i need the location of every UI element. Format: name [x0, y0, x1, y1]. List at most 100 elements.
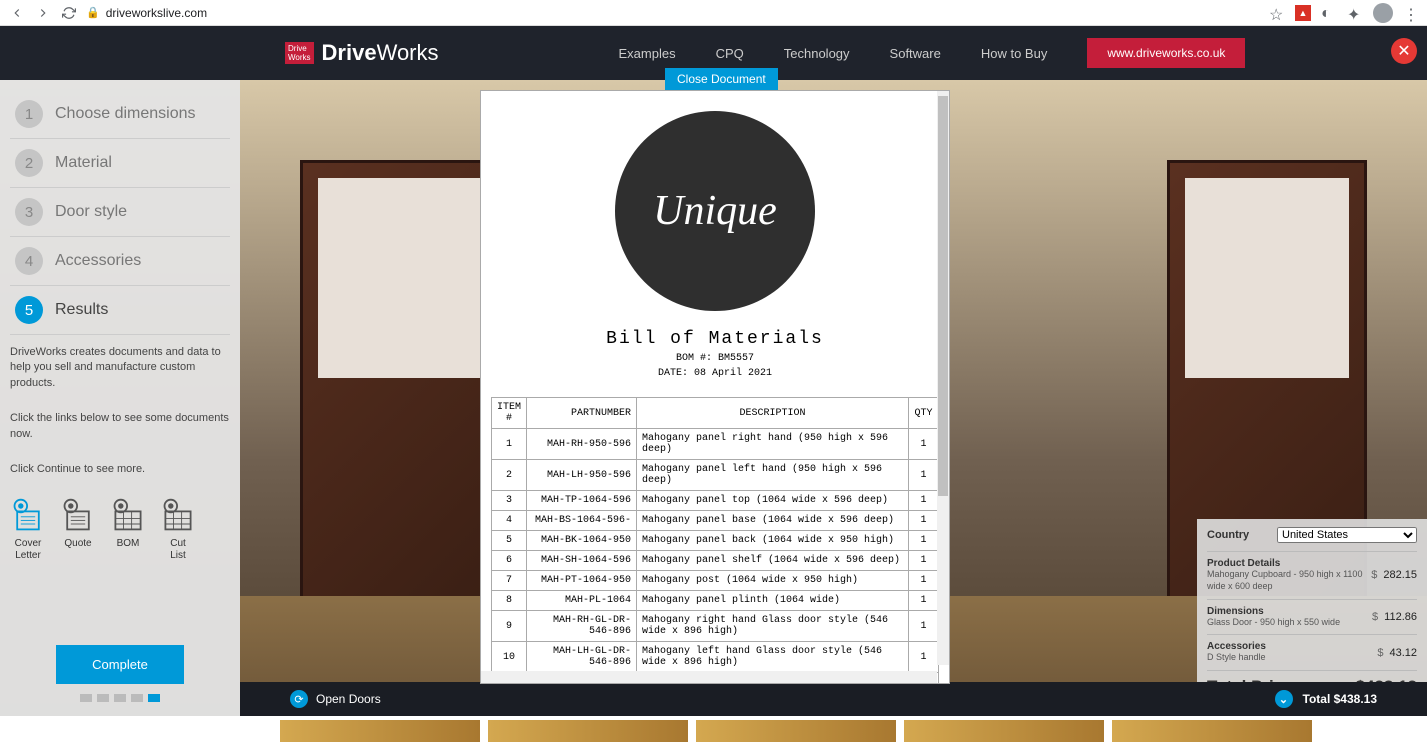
table-row: 3MAH-TP-1064-596Mahogany panel top (1064…: [492, 491, 939, 511]
modal-horizontal-scrollbar[interactable]: [481, 671, 937, 683]
step-number: 2: [15, 149, 43, 177]
price-section-1: DimensionsGlass Door - 950 high x 550 wi…: [1207, 599, 1417, 635]
close-overlay-button[interactable]: ✕: [1391, 38, 1417, 64]
complete-button[interactable]: Complete: [56, 645, 184, 684]
quote-icon: [60, 497, 96, 533]
menu-icon[interactable]: ⋮: [1403, 5, 1419, 21]
step-number: 3: [15, 198, 43, 226]
doc-link-quote[interactable]: Quote: [60, 497, 96, 562]
back-button[interactable]: [8, 4, 26, 22]
step-label: Accessories: [55, 252, 141, 270]
doc-label: BOM: [117, 538, 140, 550]
wizard-sidebar: 1 Choose dimensions 2 Material 3 Door style 4A…: [0, 80, 240, 716]
sidebar-help-text-1: DriveWorks creates documents and data to…: [10, 345, 230, 391]
logo[interactable]: DriveWorks DriveWorks: [285, 40, 439, 66]
col-item: ITEM #: [492, 398, 527, 429]
modal-vertical-scrollbar[interactable]: [937, 91, 949, 665]
reload-button[interactable]: [60, 4, 78, 22]
bom-icon: [110, 497, 146, 533]
thumbnail[interactable]: [904, 720, 1104, 742]
col-part: PARTNUMBER: [527, 398, 637, 429]
doc-link-bom[interactable]: BOM: [110, 497, 146, 562]
address-bar[interactable]: 🔒 driveworkslive.com: [86, 6, 1261, 20]
step-number: 5: [15, 296, 43, 324]
extensions-menu-icon[interactable]: ✦: [1347, 5, 1363, 21]
nav-cta-link[interactable]: www.driveworks.co.uk: [1087, 38, 1245, 68]
table-row: 9MAH-RH-GL-DR-546-896Mahogany right hand…: [492, 611, 939, 642]
logo-text: DriveWorks: [322, 40, 439, 66]
dot[interactable]: [97, 694, 109, 702]
thumbnail-strip: [0, 716, 1427, 746]
pdf-extension-icon[interactable]: ▲: [1295, 5, 1311, 21]
brand-logo: Unique: [615, 111, 815, 311]
nav-link-how-to-buy[interactable]: How to Buy: [981, 46, 1047, 61]
chevron-down-icon: ⌄: [1275, 690, 1293, 708]
table-row: 8MAH-PL-1064Mahogany panel plinth (1064 …: [492, 591, 939, 611]
bom-table: ITEM # PARTNUMBER DESCRIPTION QTY 1MAH-R…: [491, 397, 939, 684]
doc-label: Quote: [64, 538, 91, 550]
table-row: 4MAH-BS-1064-596-Mahogany panel base (10…: [492, 511, 939, 531]
table-row: 1MAH-RH-950-596Mahogany panel right hand…: [492, 429, 939, 460]
doc-label: CoverLetter: [15, 538, 42, 562]
table-row: 10MAH-LH-GL-DR-546-896Mahogany left hand…: [492, 642, 939, 673]
logo-badge: DriveWorks: [285, 42, 314, 64]
price-section-2: AccessoriesD Style handle$43.12: [1207, 634, 1417, 670]
wizard-step-4[interactable]: 4 Accessories: [10, 237, 230, 286]
nav-link-technology[interactable]: Technology: [784, 46, 850, 61]
lock-icon: 🔒: [86, 6, 100, 19]
dot-active[interactable]: [148, 694, 160, 702]
sidebar-help-text-2: Click the links below to see some docume…: [10, 411, 230, 442]
open-doors-button[interactable]: ⟳ Open Doors: [290, 690, 381, 708]
nav-link-software[interactable]: Software: [890, 46, 941, 61]
open-doors-icon: ⟳: [290, 690, 308, 708]
document-date: DATE: 08 April 2021: [491, 368, 939, 379]
country-select[interactable]: United States: [1277, 527, 1417, 543]
nav-link-cpq[interactable]: CPQ: [716, 46, 744, 61]
footer-bar: ⟳ Open Doors ⌄ Total $438.13: [240, 682, 1427, 716]
document-title: Bill of Materials: [491, 329, 939, 349]
document-modal: Close Document Unique Bill of Materials …: [480, 68, 950, 684]
step-label: Results: [55, 301, 108, 319]
table-row: 2MAH-LH-950-596Mahogany panel left hand …: [492, 460, 939, 491]
profile-avatar[interactable]: [1373, 3, 1393, 23]
url-text: driveworkslive.com: [106, 6, 207, 20]
step-label: Material: [55, 154, 112, 172]
step-number: 1: [15, 100, 43, 128]
country-label: Country: [1207, 529, 1249, 541]
dot[interactable]: [80, 694, 92, 702]
doc-label: CutList: [170, 538, 186, 562]
dot[interactable]: [114, 694, 126, 702]
wizard-step-3[interactable]: 3 Door style: [10, 188, 230, 237]
price-section-0: Product DetailsMahogany Cupboard - 950 h…: [1207, 551, 1417, 598]
step-indicator: [10, 694, 230, 702]
thumbnail[interactable]: [696, 720, 896, 742]
bom-number: BOM #: BM5557: [491, 353, 939, 364]
cover-letter-icon: [10, 497, 46, 533]
doc-link-cut-list[interactable]: CutList: [160, 497, 196, 562]
thumbnail[interactable]: [488, 720, 688, 742]
step-number: 4: [15, 247, 43, 275]
sidebar-help-text-3: Click Continue to see more.: [10, 462, 230, 477]
forward-button[interactable]: [34, 4, 52, 22]
document-viewer[interactable]: Unique Bill of Materials BOM #: BM5557 D…: [480, 90, 950, 684]
star-icon[interactable]: ☆: [1269, 5, 1285, 21]
nav-link-examples[interactable]: Examples: [619, 46, 676, 61]
wizard-step-1[interactable]: 1 Choose dimensions: [10, 90, 230, 139]
thumbnail[interactable]: [280, 720, 480, 742]
wizard-step-5[interactable]: 5 Results: [10, 286, 230, 335]
extension-icon[interactable]: ◐: [1321, 5, 1337, 21]
dot[interactable]: [131, 694, 143, 702]
browser-toolbar: 🔒 driveworkslive.com ☆ ▲ ◐ ✦ ⋮: [0, 0, 1427, 26]
step-label: Door style: [55, 203, 127, 221]
step-label: Choose dimensions: [55, 105, 196, 123]
wizard-step-2[interactable]: 2 Material: [10, 139, 230, 188]
footer-total[interactable]: ⌄ Total $438.13: [1275, 690, 1377, 708]
cabinet-left: [300, 160, 500, 600]
col-qty: QTY: [909, 398, 939, 429]
table-row: 6MAH-SH-1064-596Mahogany panel shelf (10…: [492, 551, 939, 571]
thumbnail[interactable]: [1112, 720, 1312, 742]
table-row: 5MAH-BK-1064-950Mahogany panel back (106…: [492, 531, 939, 551]
table-row: 7MAH-PT-1064-950Mahogany post (1064 wide…: [492, 571, 939, 591]
close-document-button[interactable]: Close Document: [665, 68, 778, 90]
doc-link-cover-letter[interactable]: CoverLetter: [10, 497, 46, 562]
